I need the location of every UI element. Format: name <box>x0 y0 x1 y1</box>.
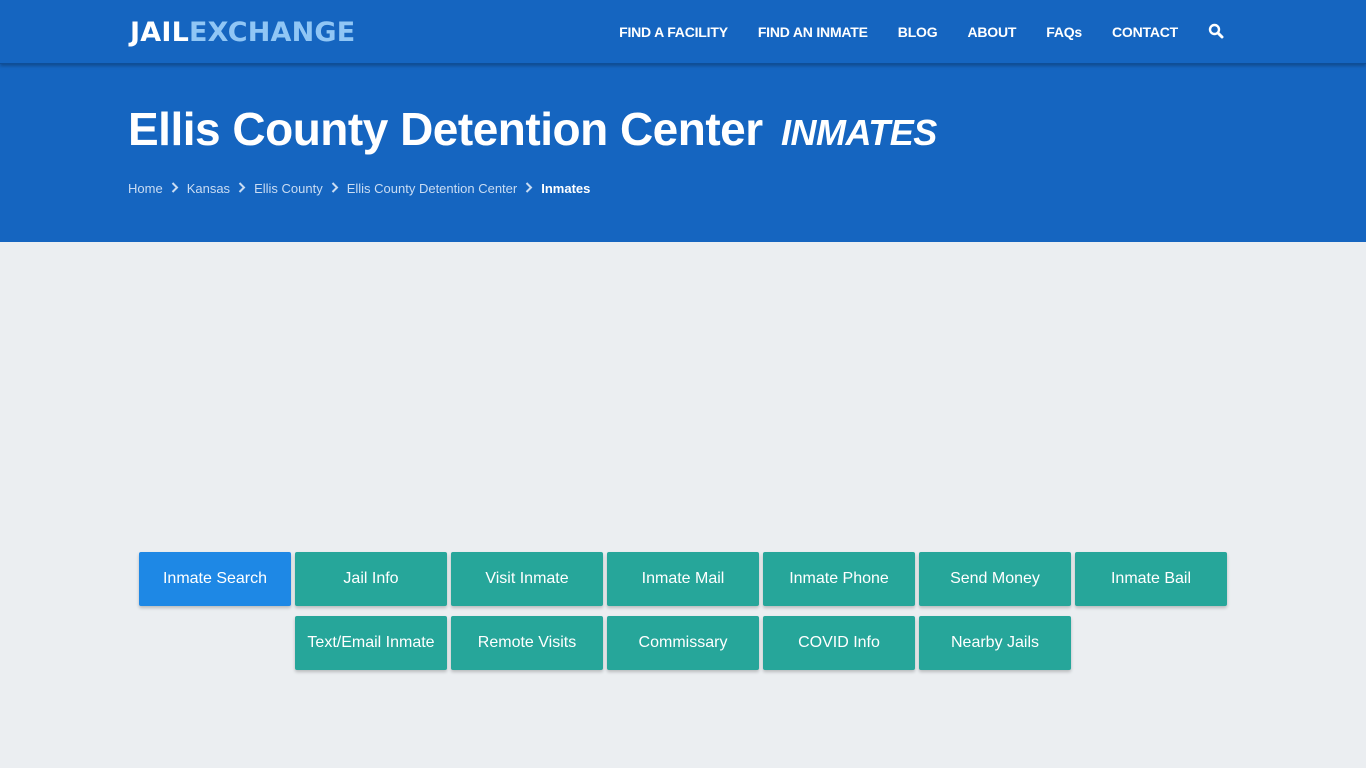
page-title-main: Ellis County Detention Center <box>128 103 763 155</box>
facility-action-buttons: Inmate Search Jail Info Visit Inmate Inm… <box>0 552 1366 680</box>
send-money-button[interactable]: Send Money <box>919 552 1071 606</box>
logo-part2: EXCHANGE <box>189 17 356 48</box>
chevron-right-icon <box>163 180 187 198</box>
inmate-search-button[interactable]: Inmate Search <box>139 552 291 606</box>
visit-inmate-button[interactable]: Visit Inmate <box>451 552 603 606</box>
breadcrumb: Home Kansas Ellis County Ellis County De… <box>128 180 590 198</box>
nearby-jails-button[interactable]: Nearby Jails <box>919 616 1071 670</box>
jail-info-button[interactable]: Jail Info <box>295 552 447 606</box>
breadcrumb-home[interactable]: Home <box>128 180 163 198</box>
remote-visits-button[interactable]: Remote Visits <box>451 616 603 670</box>
nav-find-inmate[interactable]: FIND AN INMATE <box>758 24 868 40</box>
chevron-right-icon <box>517 180 541 198</box>
logo[interactable]: JAILEXCHANGE <box>130 15 355 51</box>
breadcrumb-state[interactable]: Kansas <box>187 180 230 198</box>
nav-about[interactable]: ABOUT <box>967 24 1016 40</box>
hero-banner: Ellis County Detention Center INMATES Ho… <box>0 64 1366 242</box>
breadcrumb-county[interactable]: Ellis County <box>254 180 323 198</box>
text-email-inmate-button[interactable]: Text/Email Inmate <box>295 616 447 670</box>
top-navbar: JAILEXCHANGE FIND A FACILITY FIND AN INM… <box>0 0 1366 64</box>
page-title: Ellis County Detention Center INMATES <box>128 100 937 162</box>
breadcrumb-current: Inmates <box>541 181 591 196</box>
main-nav: FIND A FACILITY FIND AN INMATE BLOG ABOU… <box>589 0 1226 64</box>
covid-info-button[interactable]: COVID Info <box>763 616 915 670</box>
chevron-right-icon <box>323 180 347 198</box>
chevron-right-icon <box>230 180 254 198</box>
breadcrumb-facility[interactable]: Ellis County Detention Center <box>347 180 518 198</box>
nav-blog[interactable]: BLOG <box>898 24 938 40</box>
logo-part1: JAIL <box>130 17 189 48</box>
commissary-button[interactable]: Commissary <box>607 616 759 670</box>
nav-find-facility[interactable]: FIND A FACILITY <box>619 24 728 40</box>
page-title-subtitle: INMATES <box>780 112 937 153</box>
button-row-1: Inmate Search Jail Info Visit Inmate Inm… <box>0 552 1366 606</box>
search-icon[interactable] <box>1208 23 1226 41</box>
nav-faqs[interactable]: FAQs <box>1046 24 1082 40</box>
button-row-2: Text/Email Inmate Remote Visits Commissa… <box>0 616 1366 670</box>
inmate-mail-button[interactable]: Inmate Mail <box>607 552 759 606</box>
nav-contact[interactable]: CONTACT <box>1112 24 1178 40</box>
inmate-phone-button[interactable]: Inmate Phone <box>763 552 915 606</box>
inmate-bail-button[interactable]: Inmate Bail <box>1075 552 1227 606</box>
